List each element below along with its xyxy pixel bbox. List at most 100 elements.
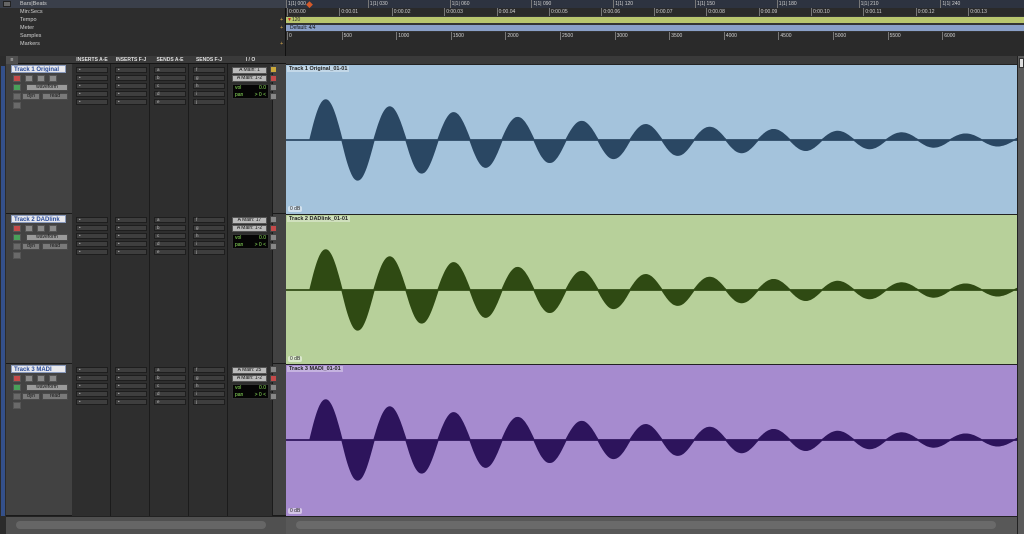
send-slot-f-j[interactable]: g xyxy=(193,375,225,381)
send-slot-a-e[interactable]: c xyxy=(154,383,186,389)
send-slot-f-j[interactable]: h xyxy=(193,383,225,389)
insert-slot-f-j[interactable]: • xyxy=(115,67,147,73)
insert-slot-f-j[interactable]: • xyxy=(115,241,147,247)
output-selector[interactable]: A Main: 1-2 xyxy=(232,225,267,232)
track-name-field[interactable]: Track 1 Original xyxy=(11,65,66,73)
output-selector[interactable]: A Main: 1-2 xyxy=(232,75,267,82)
insert-slot-f-j[interactable]: • xyxy=(115,91,147,97)
dyn-button[interactable]: dyn xyxy=(22,243,40,250)
output-selector[interactable]: A Main: 1-2 xyxy=(232,375,267,382)
mute-icon[interactable] xyxy=(49,75,57,82)
insert-slot-a-e[interactable]: • xyxy=(76,225,108,231)
ruler-samples[interactable]: Samples xyxy=(0,32,286,40)
send-slot-a-e[interactable]: d xyxy=(154,241,186,247)
input-selector[interactable]: A Main: 17 xyxy=(232,217,267,224)
insert-slot-f-j[interactable]: • xyxy=(115,367,147,373)
view-selector[interactable]: waveform xyxy=(26,234,68,241)
send-slot-f-j[interactable]: f xyxy=(193,367,225,373)
record-enable-icon[interactable] xyxy=(13,375,21,382)
track-tool-icon[interactable] xyxy=(270,225,277,232)
elastic-audio-icon[interactable] xyxy=(13,102,21,109)
track-tool-icon[interactable] xyxy=(270,93,277,100)
insert-slot-f-j[interactable]: • xyxy=(115,399,147,405)
send-slot-f-j[interactable]: i xyxy=(193,91,225,97)
column-header-io[interactable]: I / O xyxy=(228,56,273,64)
insert-slot-f-j[interactable]: • xyxy=(115,383,147,389)
send-slot-a-e[interactable]: b xyxy=(154,225,186,231)
send-slot-f-j[interactable]: j xyxy=(193,99,225,105)
send-slot-f-j[interactable]: i xyxy=(193,241,225,247)
track-tool-icon[interactable] xyxy=(270,384,277,391)
playhead-icon[interactable]: ◆ xyxy=(306,0,314,9)
insert-slot-f-j[interactable]: • xyxy=(115,217,147,223)
solo-icon[interactable] xyxy=(37,225,45,232)
insert-slot-f-j[interactable]: • xyxy=(115,83,147,89)
insert-slot-a-e[interactable]: • xyxy=(76,233,108,239)
playlist-icon[interactable] xyxy=(13,84,21,91)
insert-slot-f-j[interactable]: • xyxy=(115,225,147,231)
track-tool-icon[interactable] xyxy=(270,66,277,73)
insert-slot-a-e[interactable]: • xyxy=(76,99,108,105)
insert-slot-a-e[interactable]: • xyxy=(76,75,108,81)
track-tool-icon[interactable] xyxy=(270,234,277,241)
output-icon[interactable] xyxy=(13,93,21,100)
send-slot-a-e[interactable]: a xyxy=(154,67,186,73)
record-enable-icon[interactable] xyxy=(13,225,21,232)
column-header-inserts-ae[interactable]: INSERTS A-E xyxy=(72,56,112,64)
send-slot-a-e[interactable]: c xyxy=(154,83,186,89)
horizontal-scrollbar[interactable] xyxy=(286,516,1017,534)
vertical-scrollbar[interactable] xyxy=(1017,56,1024,534)
output-icon[interactable] xyxy=(13,243,21,250)
column-header-inserts-fj[interactable]: INSERTS F-J xyxy=(111,56,151,64)
min-secs-ruler[interactable]: 0:00.00 0:00.01 0:00.02 0:00.03 0:00.04 0:00.… xyxy=(286,8,1024,16)
send-slot-f-j[interactable]: j xyxy=(193,249,225,255)
automation-mode-selector[interactable]: read xyxy=(42,243,68,250)
input-monitor-icon[interactable] xyxy=(25,375,33,382)
ruler-menu-icon[interactable] xyxy=(3,1,11,7)
solo-icon[interactable] xyxy=(37,75,45,82)
output-icon[interactable] xyxy=(13,393,21,400)
send-slot-f-j[interactable]: h xyxy=(193,233,225,239)
send-slot-f-j[interactable]: f xyxy=(193,67,225,73)
playlist-icon[interactable] xyxy=(13,234,21,241)
insert-slot-f-j[interactable]: • xyxy=(115,99,147,105)
send-slot-a-e[interactable]: a xyxy=(154,217,186,223)
insert-slot-a-e[interactable]: • xyxy=(76,383,108,389)
send-slot-f-j[interactable]: f xyxy=(193,217,225,223)
record-enable-icon[interactable] xyxy=(13,75,21,82)
insert-slot-f-j[interactable]: • xyxy=(115,375,147,381)
view-selector[interactable]: waveform xyxy=(26,84,68,91)
track-tool-icon[interactable] xyxy=(270,75,277,82)
track-list-menu-icon[interactable]: ≡ xyxy=(6,56,18,64)
scroll-thumb[interactable] xyxy=(296,521,996,529)
insert-slot-a-e[interactable]: • xyxy=(76,375,108,381)
send-slot-a-e[interactable]: e xyxy=(154,249,186,255)
track-name-field[interactable]: Track 3 MADI xyxy=(11,365,66,373)
track-tool-icon[interactable] xyxy=(270,84,277,91)
send-slot-a-e[interactable]: d xyxy=(154,91,186,97)
track-tool-icon[interactable] xyxy=(270,375,277,382)
playlist-lane[interactable]: Track 2 DADlink_01-01 0 dB xyxy=(286,214,1017,364)
send-slot-a-e[interactable]: d xyxy=(154,391,186,397)
send-slot-a-e[interactable]: b xyxy=(154,375,186,381)
insert-slot-a-e[interactable]: • xyxy=(76,367,108,373)
ruler-bars-beats[interactable]: Bars|Beats xyxy=(0,0,286,8)
input-selector[interactable]: A Main: 1 xyxy=(232,67,267,74)
scroll-thumb[interactable] xyxy=(16,521,266,529)
zoom-icon[interactable] xyxy=(1019,58,1024,68)
insert-slot-f-j[interactable]: • xyxy=(115,233,147,239)
insert-slot-a-e[interactable]: • xyxy=(76,217,108,223)
input-monitor-icon[interactable] xyxy=(25,75,33,82)
tempo-ruler[interactable]: 120 ▼ xyxy=(286,16,1024,24)
insert-slot-f-j[interactable]: • xyxy=(115,249,147,255)
automation-mode-selector[interactable]: read xyxy=(42,393,68,400)
send-slot-a-e[interactable]: a xyxy=(154,367,186,373)
elastic-audio-icon[interactable] xyxy=(13,252,21,259)
send-slot-f-j[interactable]: h xyxy=(193,83,225,89)
track-pane-scrollbar[interactable] xyxy=(6,516,286,534)
send-slot-f-j[interactable]: g xyxy=(193,225,225,231)
track-tool-icon[interactable] xyxy=(270,243,277,250)
track-tool-icon[interactable] xyxy=(270,366,277,373)
track-name-field[interactable]: Track 2 DADlink xyxy=(11,215,66,223)
timeline-rulers[interactable]: 1|1| 000 1|1| 030 1|1| 060 1|1| 090 1|1| 120… xyxy=(286,0,1024,56)
